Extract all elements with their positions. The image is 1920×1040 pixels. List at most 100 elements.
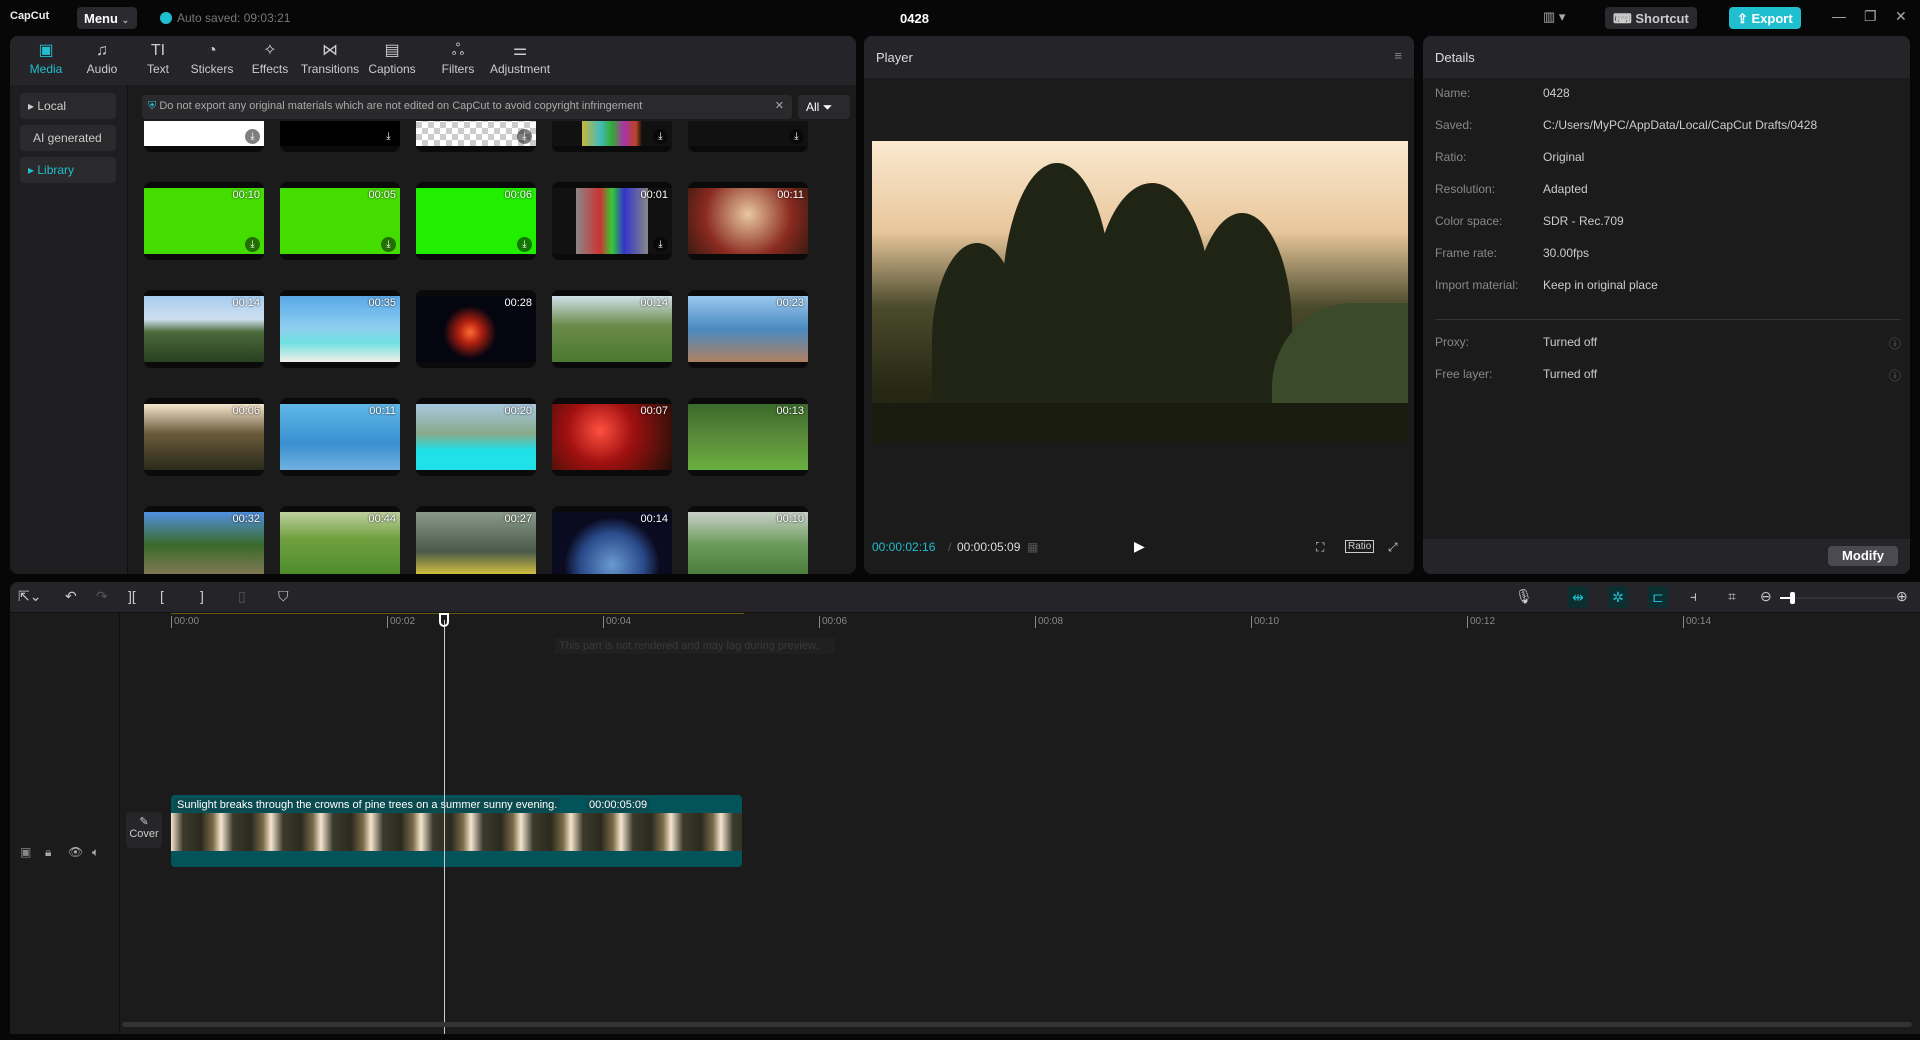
tab-captions[interactable]: ▤Captions bbox=[362, 40, 422, 76]
tab-effects[interactable]: ✧Effects bbox=[240, 40, 300, 76]
zoom-in-icon[interactable]: ⊕ bbox=[1896, 588, 1908, 605]
media-thumbnail[interactable]: 00:10⤓ bbox=[144, 182, 264, 260]
media-thumbnail[interactable]: 00:06⤓ bbox=[416, 182, 536, 260]
media-thumbnail[interactable]: ⤓ bbox=[688, 121, 808, 152]
tab-stickers[interactable]: ◔Stickers bbox=[182, 40, 242, 76]
fit-zoom-icon[interactable]: ⛶ bbox=[1316, 540, 1324, 555]
sidebar-item-local[interactable]: ▸ Local bbox=[20, 93, 116, 119]
zoom-slider[interactable] bbox=[1780, 597, 1898, 599]
download-icon[interactable]: ⤓ bbox=[381, 237, 396, 252]
play-icon[interactable]: ▶ bbox=[1134, 538, 1145, 555]
transitions-icon: ⋈ bbox=[300, 40, 360, 62]
timeline-panel: ⇱⌄ ↶ ↷ ][ [ ] ▯ ⛉ 🎙︎ ⇹ ✲ ⊏ ⫞ ⌗ ⊖ ⊕ 00:00… bbox=[10, 582, 1920, 1034]
media-thumbnail[interactable]: 00:01⤓ bbox=[552, 182, 672, 260]
select-tool-icon[interactable]: ⇱⌄ bbox=[18, 588, 41, 605]
undo-icon[interactable]: ↶ bbox=[65, 588, 77, 605]
help-icon[interactable]: ⓘ bbox=[1889, 335, 1901, 352]
track-type-icon: ▣ bbox=[20, 845, 31, 859]
delete-icon[interactable]: ▯ bbox=[238, 588, 246, 605]
media-thumbnail[interactable]: ⤓ bbox=[280, 121, 400, 152]
media-thumbnail[interactable]: 00:11 bbox=[688, 182, 808, 260]
export-button[interactable]: ⇪ Export bbox=[1729, 7, 1801, 29]
cover-button[interactable]: ✎Cover bbox=[126, 812, 162, 848]
microphone-icon[interactable]: 🎙︎ bbox=[1515, 588, 1533, 605]
tab-label: Captions bbox=[368, 62, 415, 76]
media-thumbnail[interactable]: 00:06 bbox=[144, 398, 264, 476]
media-thumbnail[interactable]: 00:44 bbox=[280, 506, 400, 574]
tab-text[interactable]: TIText bbox=[128, 40, 188, 76]
media-thumbnail[interactable]: ⤓ bbox=[144, 121, 264, 152]
tab-transitions[interactable]: ⋈Transitions bbox=[300, 40, 360, 76]
split-icon[interactable]: ][ bbox=[128, 588, 136, 604]
download-icon[interactable]: ⤓ bbox=[381, 129, 396, 144]
media-thumbnail[interactable]: 00:10 bbox=[688, 506, 808, 574]
fullscreen-icon[interactable]: ⤢ bbox=[1388, 540, 1398, 555]
lock-icon[interactable]: 🔒︎ bbox=[45, 845, 51, 860]
media-duration: 00:05 bbox=[368, 189, 396, 201]
tab-adjustment[interactable]: ⚌Adjustment bbox=[490, 40, 550, 76]
media-thumbnail[interactable]: 00:14 bbox=[552, 290, 672, 368]
download-icon[interactable]: ⤓ bbox=[245, 129, 260, 144]
playhead-handle[interactable] bbox=[439, 613, 449, 627]
minimize-icon[interactable]: — bbox=[1832, 8, 1846, 24]
media-thumbnail[interactable]: 00:23 bbox=[688, 290, 808, 368]
tab-filters[interactable]: ஃFilters bbox=[428, 40, 488, 76]
video-clip[interactable]: Sunlight breaks through the crowns of pi… bbox=[171, 795, 742, 867]
modify-button[interactable]: Modify bbox=[1828, 546, 1898, 566]
download-icon[interactable]: ⤓ bbox=[789, 129, 804, 144]
close-notice-icon[interactable]: ✕ bbox=[775, 99, 784, 112]
horizontal-scrollbar[interactable] bbox=[122, 1022, 1912, 1027]
delete-left-icon[interactable]: [ bbox=[160, 588, 164, 604]
media-thumbnail[interactable]: 00:13 bbox=[688, 398, 808, 476]
audio-icon[interactable]: 🔈︎ bbox=[92, 845, 99, 860]
media-thumbnail[interactable]: 00:28 bbox=[416, 290, 536, 368]
delete-right-icon[interactable]: ] bbox=[200, 588, 204, 604]
filter-button[interactable]: All ⏷ bbox=[798, 95, 850, 119]
detail-value: 0428 bbox=[1543, 86, 1570, 100]
detail-value: Adapted bbox=[1543, 182, 1588, 196]
playhead[interactable] bbox=[444, 620, 445, 1034]
media-thumbnail[interactable]: 00:27 bbox=[416, 506, 536, 574]
media-thumbnail[interactable]: 00:11 bbox=[280, 398, 400, 476]
close-icon[interactable]: ✕ bbox=[1895, 8, 1907, 25]
clip-duration: 00:00:05:09 bbox=[586, 798, 650, 812]
download-icon[interactable]: ⤓ bbox=[653, 129, 668, 144]
zoom-slider-thumb[interactable] bbox=[1790, 592, 1795, 604]
media-thumbnail[interactable]: ⤓ bbox=[416, 121, 536, 152]
autosave-status: Auto saved: 09:03:21 bbox=[160, 11, 290, 25]
media-thumbnail[interactable]: ⤓ bbox=[552, 121, 672, 152]
zoom-fit-icon[interactable]: ⌗ bbox=[1728, 588, 1736, 605]
export-icon: ⇪ bbox=[1737, 11, 1752, 26]
media-thumbnail[interactable]: 00:32 bbox=[144, 506, 264, 574]
main-track-magnet-icon[interactable]: ⇹ bbox=[1568, 586, 1588, 608]
marker-icon[interactable]: ⛉ bbox=[278, 588, 289, 605]
menu-button[interactable]: Menu ⌄ bbox=[77, 7, 137, 29]
check-icon bbox=[160, 12, 172, 24]
restore-icon[interactable]: ❐ bbox=[1864, 8, 1877, 25]
help-icon[interactable]: ⓘ bbox=[1889, 367, 1901, 384]
linkage-icon[interactable]: ⊏ bbox=[1648, 586, 1668, 608]
tab-audio[interactable]: ♫Audio bbox=[72, 40, 132, 76]
download-icon[interactable]: ⤓ bbox=[517, 129, 532, 144]
media-thumbnail[interactable]: 00:14 bbox=[144, 290, 264, 368]
download-icon[interactable]: ⤓ bbox=[653, 237, 668, 252]
download-icon[interactable]: ⤓ bbox=[245, 237, 260, 252]
eye-icon[interactable]: 👁︎ bbox=[68, 845, 83, 859]
media-thumbnail[interactable]: 00:07 bbox=[552, 398, 672, 476]
preview-axis-icon[interactable]: ⫞ bbox=[1690, 588, 1697, 605]
layout-icon[interactable]: ▥ ▾ bbox=[1543, 9, 1565, 25]
player-menu-icon[interactable]: ≡ bbox=[1394, 48, 1402, 63]
auto-snap-icon[interactable]: ✲ bbox=[1608, 586, 1628, 608]
redo-icon[interactable]: ↷ bbox=[96, 588, 108, 605]
media-thumbnail[interactable]: 00:20 bbox=[416, 398, 536, 476]
media-thumbnail[interactable]: 00:05 ⤓ bbox=[280, 182, 400, 260]
tab-media[interactable]: ▣Media bbox=[16, 40, 76, 76]
media-thumbnail[interactable]: 00:35 bbox=[280, 290, 400, 368]
waveform-icon[interactable]: ▦ bbox=[1027, 540, 1038, 554]
zoom-out-icon[interactable]: ⊖ bbox=[1760, 588, 1772, 605]
download-icon[interactable]: ⤓ bbox=[517, 237, 532, 252]
video-preview[interactable] bbox=[872, 141, 1408, 443]
ratio-button[interactable]: Ratio bbox=[1345, 540, 1374, 553]
shortcut-button[interactable]: ⌨ Shortcut bbox=[1605, 7, 1697, 29]
media-thumbnail[interactable]: 00:14 bbox=[552, 506, 672, 574]
